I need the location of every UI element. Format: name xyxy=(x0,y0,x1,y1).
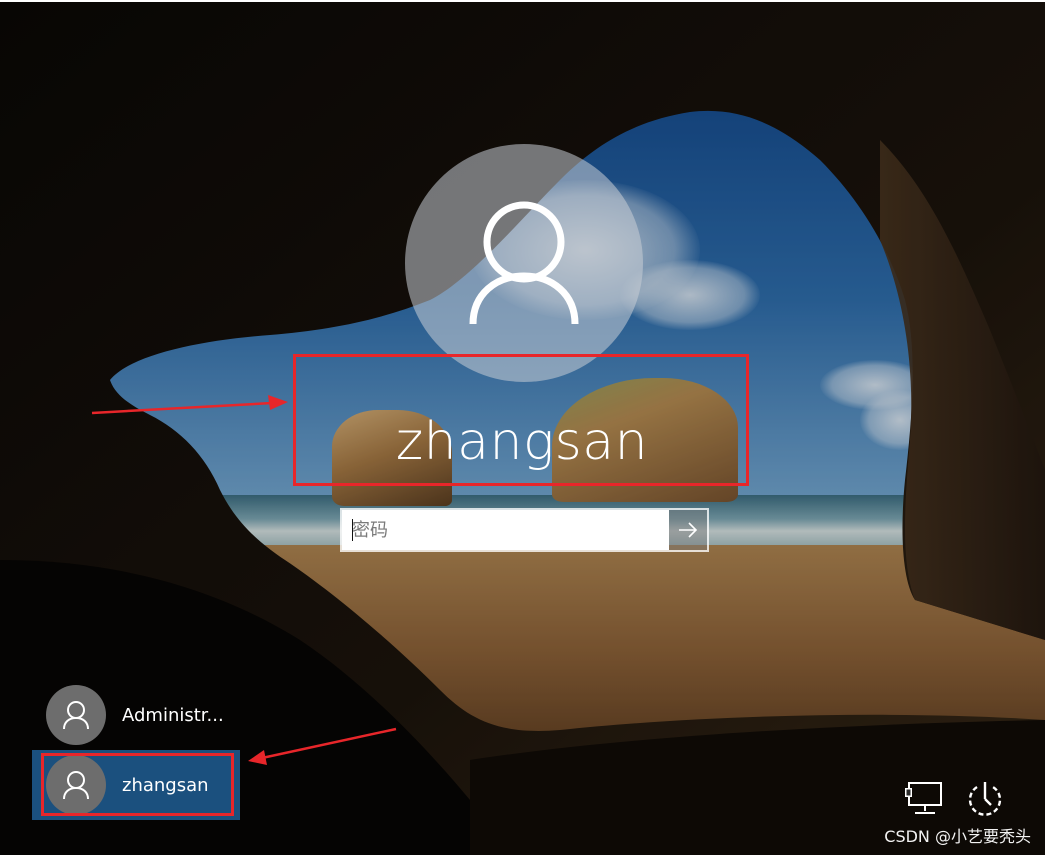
user-avatar-large xyxy=(405,144,643,382)
network-button[interactable] xyxy=(902,778,946,818)
annotation-highlight-user-item xyxy=(41,753,234,816)
text-caret xyxy=(352,519,353,541)
user-icon xyxy=(63,701,89,730)
password-field-container xyxy=(340,508,709,552)
network-icon xyxy=(905,782,942,814)
submit-button[interactable] xyxy=(669,510,707,550)
power-icon xyxy=(968,782,1002,816)
user-list-label: Administr... xyxy=(122,704,224,726)
power-button[interactable] xyxy=(962,776,1008,820)
window-top-edge xyxy=(0,0,1045,2)
password-input[interactable] xyxy=(342,510,669,550)
annotation-highlight-username xyxy=(293,354,749,486)
user-avatar xyxy=(46,685,106,745)
user-list-item-administrator[interactable]: Administr... xyxy=(46,684,286,746)
user-icon xyxy=(469,201,579,325)
lock-screen: zhangsan Administr... zhangsan CSDN @小艺要… xyxy=(0,0,1045,855)
watermark: CSDN @小艺要秃头 xyxy=(884,827,1031,846)
arrow-right-icon xyxy=(679,522,698,538)
